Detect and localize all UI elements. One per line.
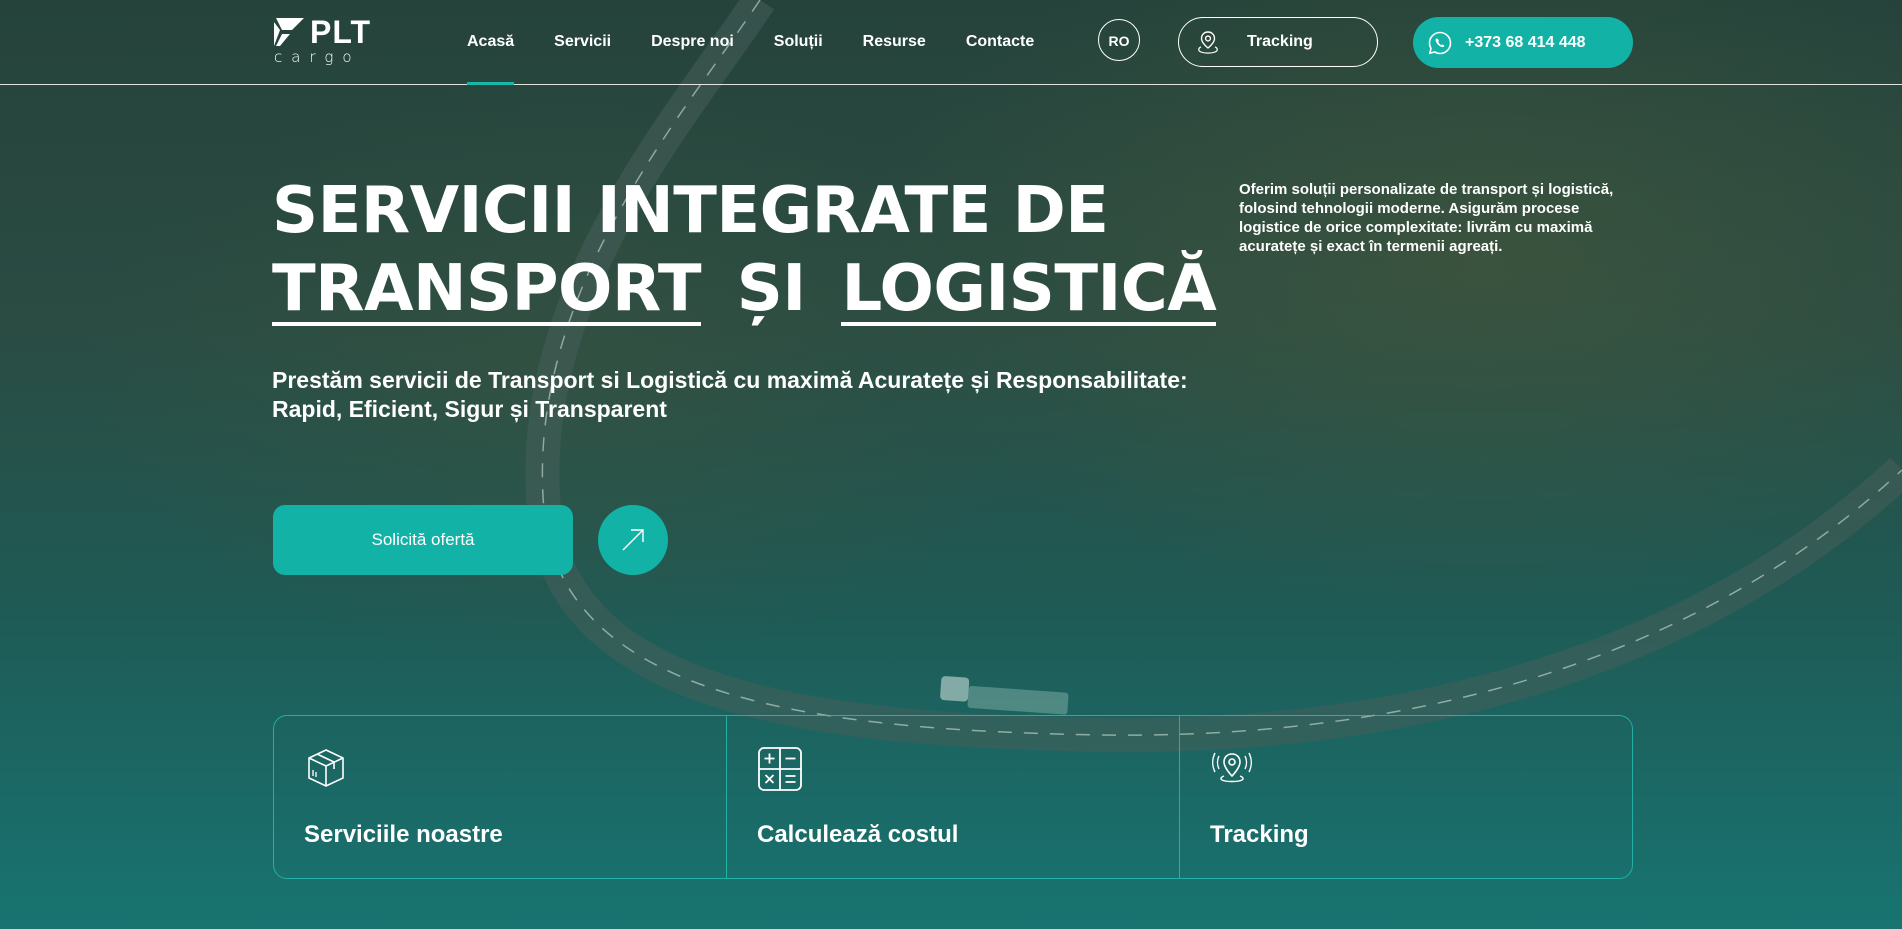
hero-title-logistica: LOGISTICĂ	[841, 252, 1217, 326]
hero-title: SERVICII INTEGRATE DE TRANSPORT ȘI LOGIS…	[272, 172, 1217, 328]
nav-item-solutii[interactable]: Soluții	[774, 0, 823, 84]
card-tracking[interactable]: Tracking	[1180, 716, 1632, 878]
tracking-button[interactable]: Tracking	[1178, 17, 1378, 67]
request-offer-arrow-button[interactable]	[598, 505, 668, 575]
calculator-icon	[758, 747, 802, 791]
hero-description: Oferim soluții personalizate de transpor…	[1239, 181, 1614, 255]
card-our-services[interactable]: Serviciile noastre	[274, 716, 727, 878]
nav-item-resurse[interactable]: Resurse	[863, 0, 926, 84]
nav-item-servicii[interactable]: Servicii	[554, 0, 611, 84]
arrow-up-right-icon	[622, 529, 644, 551]
hero-subtitle: Prestăm servicii de Transport si Logisti…	[272, 367, 1188, 422]
card-tracking-label: Tracking	[1210, 821, 1309, 848]
main-nav: Acasă Servicii Despre noi Soluții Resurs…	[467, 0, 1074, 85]
card-calculate-cost[interactable]: Calculează costul	[727, 716, 1180, 878]
card-calculate-cost-label: Calculează costul	[757, 821, 959, 848]
logo-text: PLT	[310, 14, 372, 50]
logo-mark-icon	[274, 18, 304, 46]
hero-title-transport: TRANSPORT	[272, 252, 702, 326]
phone-button[interactable]: +373 68 414 448	[1413, 17, 1633, 68]
logo-subtext: cargo	[274, 48, 361, 66]
location-pin-icon	[1198, 31, 1218, 54]
nav-item-despre-noi[interactable]: Despre noi	[651, 0, 734, 84]
tracking-button-label: Tracking	[1247, 33, 1313, 50]
package-box-icon	[308, 749, 344, 787]
card-our-services-label: Serviciile noastre	[304, 821, 503, 848]
nav-item-contacte[interactable]: Contacte	[966, 0, 1034, 84]
truck-image	[940, 676, 1069, 715]
phone-number: +373 68 414 448	[1465, 34, 1586, 51]
plt-cargo-logo[interactable]: PLT cargo	[272, 14, 382, 66]
hero-title-si: ȘI	[736, 252, 806, 326]
site-header: PLT cargo Acasă Servicii Despre noi Solu…	[0, 0, 1902, 85]
location-pin-icon	[1212, 752, 1252, 783]
language-switch-button[interactable]: RO	[1098, 19, 1140, 61]
hero-title-line1: SERVICII INTEGRATE DE	[272, 174, 1109, 248]
nav-item-acasa[interactable]: Acasă	[467, 0, 515, 85]
whatsapp-icon	[1428, 31, 1452, 55]
quick-links-cards: Serviciile noastre Calculează costul Tra…	[273, 715, 1633, 879]
request-offer-button[interactable]: Solicită ofertă	[273, 505, 573, 575]
